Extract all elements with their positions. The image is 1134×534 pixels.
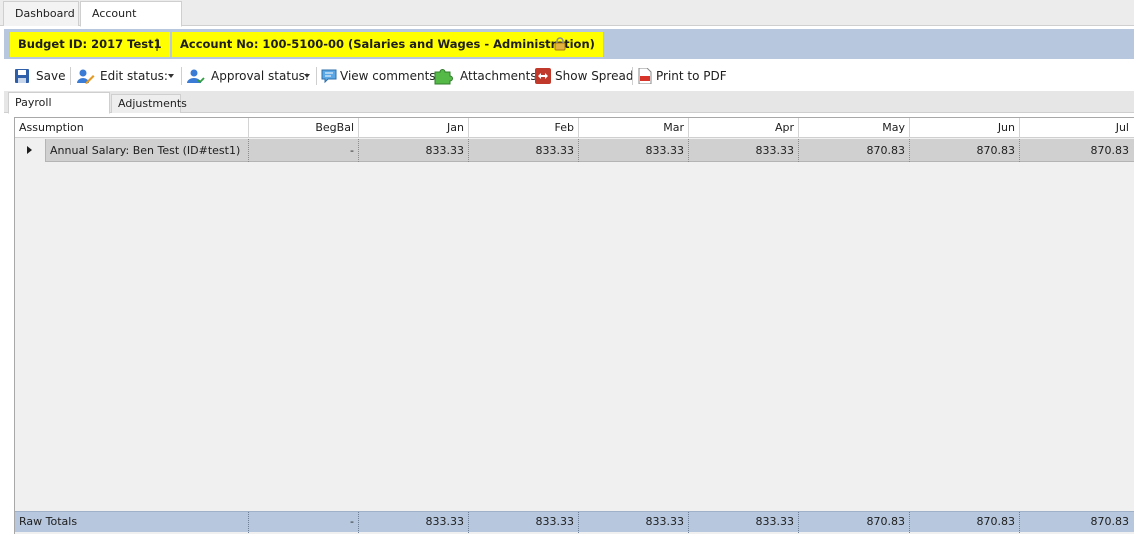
column-header-jan[interactable]: Jan bbox=[359, 118, 469, 138]
cell-assumption[interactable]: Annual Salary: Ben Test (ID#test1) bbox=[46, 139, 249, 162]
account-no-label: Account No: 100-5100-00 (Salaries and Wa… bbox=[172, 32, 603, 57]
user-edit-icon bbox=[77, 69, 95, 84]
tab-account-details[interactable]: Account Details bbox=[80, 1, 182, 44]
toolbar-separator bbox=[632, 67, 633, 85]
view-comments-button[interactable]: View comments bbox=[321, 66, 436, 86]
toolbar: Save Edit status: Approval status: View … bbox=[4, 62, 1134, 90]
view-comments-label: View comments bbox=[340, 69, 436, 83]
total-jul: 870.83 bbox=[1090, 515, 1130, 528]
total-jan: 833.33 bbox=[359, 512, 469, 533]
cell-begbal[interactable]: - bbox=[249, 139, 359, 162]
document-tab-strip: Dashboard Account Details bbox=[0, 0, 1134, 44]
save-button[interactable]: Save bbox=[14, 66, 70, 86]
attachments-label: Attachments bbox=[460, 69, 537, 83]
chevron-down-icon bbox=[168, 74, 174, 78]
column-header-mar[interactable]: Mar bbox=[579, 118, 689, 138]
total-may: 870.83 bbox=[799, 512, 910, 533]
column-header-may[interactable]: May bbox=[799, 118, 910, 138]
tab-dashboard[interactable]: Dashboard bbox=[3, 1, 79, 26]
column-header-feb[interactable]: Feb bbox=[469, 118, 579, 138]
cell-may[interactable]: 870.83 bbox=[799, 139, 910, 162]
puzzle-icon bbox=[434, 69, 453, 85]
column-header-begbal[interactable]: BegBal bbox=[249, 118, 359, 138]
cell-jun[interactable]: 870.83 bbox=[910, 139, 1020, 162]
cell-jul[interactable]: 870.83 bbox=[1020, 139, 1133, 162]
column-header-apr[interactable]: Apr bbox=[689, 118, 799, 138]
sub-tab-strip: Payroll Projections Adjustments bbox=[4, 91, 1134, 129]
total-jun: 870.83 bbox=[910, 512, 1020, 533]
spread-arrows-icon bbox=[535, 68, 551, 84]
show-spread-label: Show Spread bbox=[555, 69, 634, 83]
row-pointer-icon bbox=[27, 146, 32, 154]
chevron-down-icon bbox=[304, 74, 310, 78]
cell-mar[interactable]: 833.33 bbox=[579, 139, 689, 162]
floppy-disk-icon bbox=[15, 69, 29, 83]
total-apr: 833.33 bbox=[689, 512, 799, 533]
total-begbal: - bbox=[249, 512, 359, 533]
grid-header: Assumption BegBal Jan Feb Mar Apr May Ju… bbox=[15, 118, 1134, 138]
payroll-grid: Assumption BegBal Jan Feb Mar Apr May Ju… bbox=[14, 117, 1134, 534]
edit-status-dropdown[interactable]: Edit status: bbox=[77, 66, 177, 86]
show-spread-button[interactable]: Show Spread bbox=[535, 66, 633, 86]
approval-status-dropdown[interactable]: Approval status: bbox=[187, 66, 312, 86]
account-info-bar: Budget ID: 2017 Test1 | Account No: 100-… bbox=[4, 29, 1134, 59]
toolbar-separator bbox=[181, 67, 182, 85]
table-row[interactable]: Annual Salary: Ben Test (ID#test1) - 833… bbox=[15, 139, 1134, 162]
tab-payroll-projections[interactable]: Payroll Projections bbox=[8, 92, 110, 129]
budget-id-label: Budget ID: 2017 Test1 bbox=[10, 32, 170, 57]
cell-jan[interactable]: 833.33 bbox=[359, 139, 469, 162]
totals-row: Raw Totals - 833.33 833.33 833.33 833.33… bbox=[15, 511, 1134, 533]
approval-status-label: Approval status: bbox=[211, 69, 309, 83]
info-separator: | bbox=[155, 37, 160, 51]
print-to-pdf-label: Print to PDF bbox=[656, 69, 727, 83]
row-indicator[interactable] bbox=[15, 139, 46, 162]
save-label: Save bbox=[36, 69, 66, 83]
column-header-jul[interactable]: Jul bbox=[1020, 118, 1133, 138]
user-approve-icon bbox=[187, 69, 205, 84]
edit-status-label: Edit status: bbox=[100, 69, 168, 83]
column-header-assumption[interactable]: Assumption bbox=[15, 118, 249, 138]
pdf-file-icon bbox=[638, 68, 652, 84]
tab-adjustments[interactable]: Adjustments bbox=[111, 94, 187, 113]
attachments-button[interactable]: Attachments bbox=[433, 66, 537, 86]
total-mar: 833.33 bbox=[579, 512, 689, 533]
lock-icon[interactable] bbox=[553, 37, 567, 51]
totals-label: Raw Totals bbox=[15, 512, 249, 533]
print-to-pdf-button[interactable]: Print to PDF bbox=[638, 66, 727, 86]
toolbar-separator bbox=[70, 67, 71, 85]
toolbar-separator bbox=[316, 67, 317, 85]
total-feb: 833.33 bbox=[469, 512, 579, 533]
cell-apr[interactable]: 833.33 bbox=[689, 139, 799, 162]
comment-icon bbox=[321, 69, 337, 84]
column-header-jun[interactable]: Jun bbox=[910, 118, 1020, 138]
cell-feb[interactable]: 833.33 bbox=[469, 139, 579, 162]
